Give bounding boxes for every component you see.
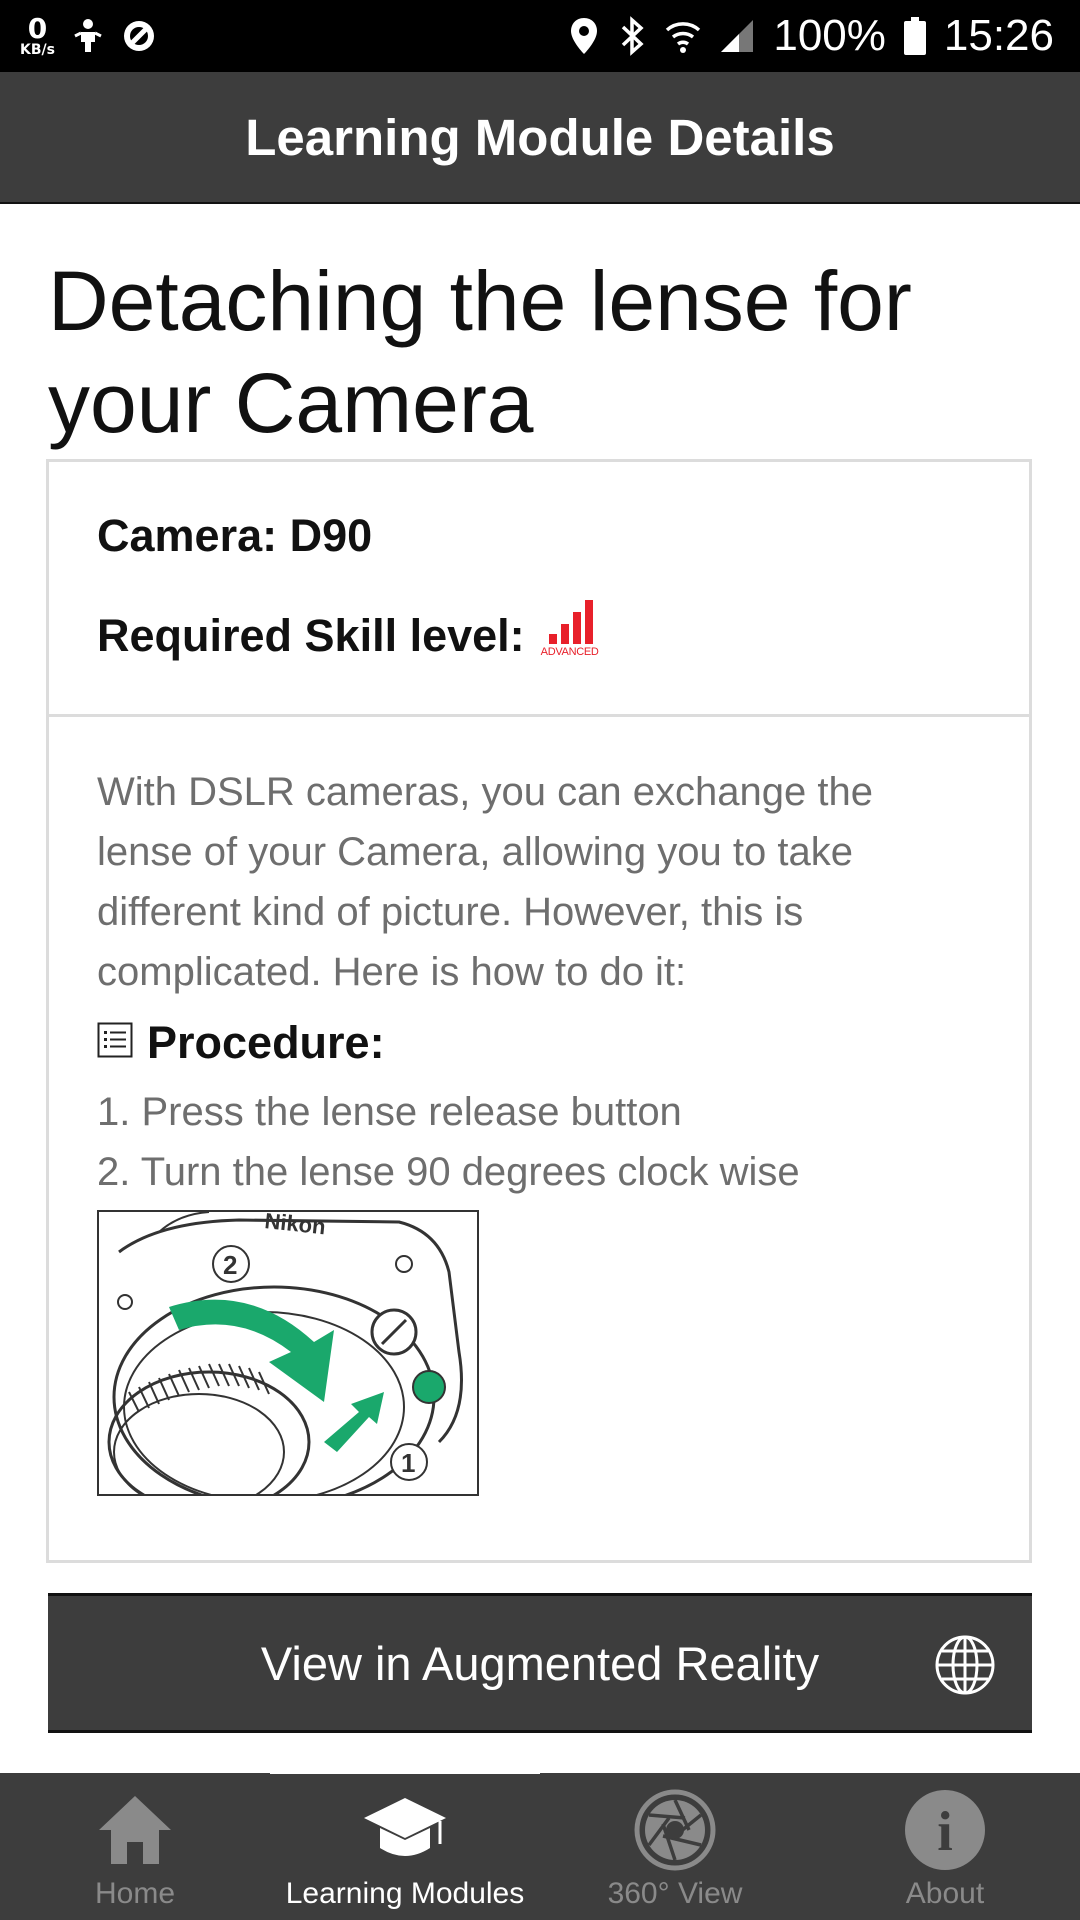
step-2: 2. Turn the lense 90 degrees clock wise <box>97 1150 800 1194</box>
list-icon <box>97 1017 133 1069</box>
nav-learning-modules[interactable]: Learning Modules <box>270 1767 540 1920</box>
battery-percent: 100% <box>773 11 886 60</box>
usb-debug-icon <box>73 18 103 54</box>
step-1: 1. Press the lense release button <box>97 1090 682 1134</box>
page-title: Detaching the lense for your Camera <box>48 254 912 450</box>
globe-icon <box>934 1634 996 1700</box>
svg-text:i: i <box>937 1801 953 1863</box>
svg-text:2: 2 <box>223 1250 237 1280</box>
procedure-heading: Procedure: <box>97 1017 385 1069</box>
wifi-icon <box>665 18 701 54</box>
module-card: Camera: D90 Required Skill level: ADVANC… <box>46 459 1032 1563</box>
app-bar-title: Learning Module Details <box>245 108 835 166</box>
home-icon <box>97 1787 173 1873</box>
camera-illustration: Nikon 2 1 <box>97 1210 479 1496</box>
module-meta: Camera: D90 Required Skill level: ADVANC… <box>49 462 1029 717</box>
nav-about-label: About <box>905 1877 985 1910</box>
cell-signal-icon <box>719 18 755 54</box>
status-bar: 0 KB/s 100% 15:26 <box>0 0 1080 72</box>
aperture-icon <box>633 1787 717 1873</box>
skill-level-text: ADVANCED <box>540 646 599 658</box>
signal-bars-icon <box>548 596 605 644</box>
camera-label: Camera: D90 <box>97 510 373 561</box>
graduation-cap-icon <box>362 1787 448 1873</box>
clock: 15:26 <box>943 11 1054 60</box>
data-saver-icon <box>121 18 157 54</box>
skill-row: Required Skill level: ADVANCED <box>97 600 609 666</box>
view-ar-label: View in Augmented Reality <box>260 1636 820 1690</box>
network-speed-unit: KB/s <box>20 42 55 58</box>
nav-home[interactable]: Home <box>0 1773 270 1920</box>
skill-label: Required Skill level: <box>97 610 525 661</box>
procedure-label: Procedure: <box>147 1017 385 1068</box>
location-icon <box>569 16 599 56</box>
nav-home-label: Home <box>94 1877 176 1910</box>
network-speed: 0 KB/s <box>20 12 55 58</box>
module-description: With DSLR cameras, you can exchange the … <box>97 770 873 994</box>
battery-icon <box>903 17 926 55</box>
bluetooth-icon <box>617 16 647 56</box>
network-speed-value: 0 <box>27 12 48 45</box>
skill-level-badge: ADVANCED <box>541 596 609 666</box>
svg-text:1: 1 <box>401 1448 415 1478</box>
nav-360-view-label: 360° View <box>607 1877 743 1910</box>
procedure-steps: 1. Press the lense release button 2. Tur… <box>97 1082 800 1202</box>
nav-about[interactable]: i About <box>810 1773 1080 1920</box>
app-bar: Learning Module Details <box>0 72 1080 204</box>
bottom-navigation: Home Learning Modules 360° View i About <box>0 1767 1080 1920</box>
nav-learning-modules-label: Learning Modules <box>285 1877 525 1910</box>
illustration-brand-text: Nikon <box>263 1212 326 1239</box>
view-ar-button[interactable]: View in Augmented Reality <box>48 1593 1032 1733</box>
nav-360-view[interactable]: 360° View <box>540 1773 810 1920</box>
info-icon: i <box>903 1787 987 1873</box>
